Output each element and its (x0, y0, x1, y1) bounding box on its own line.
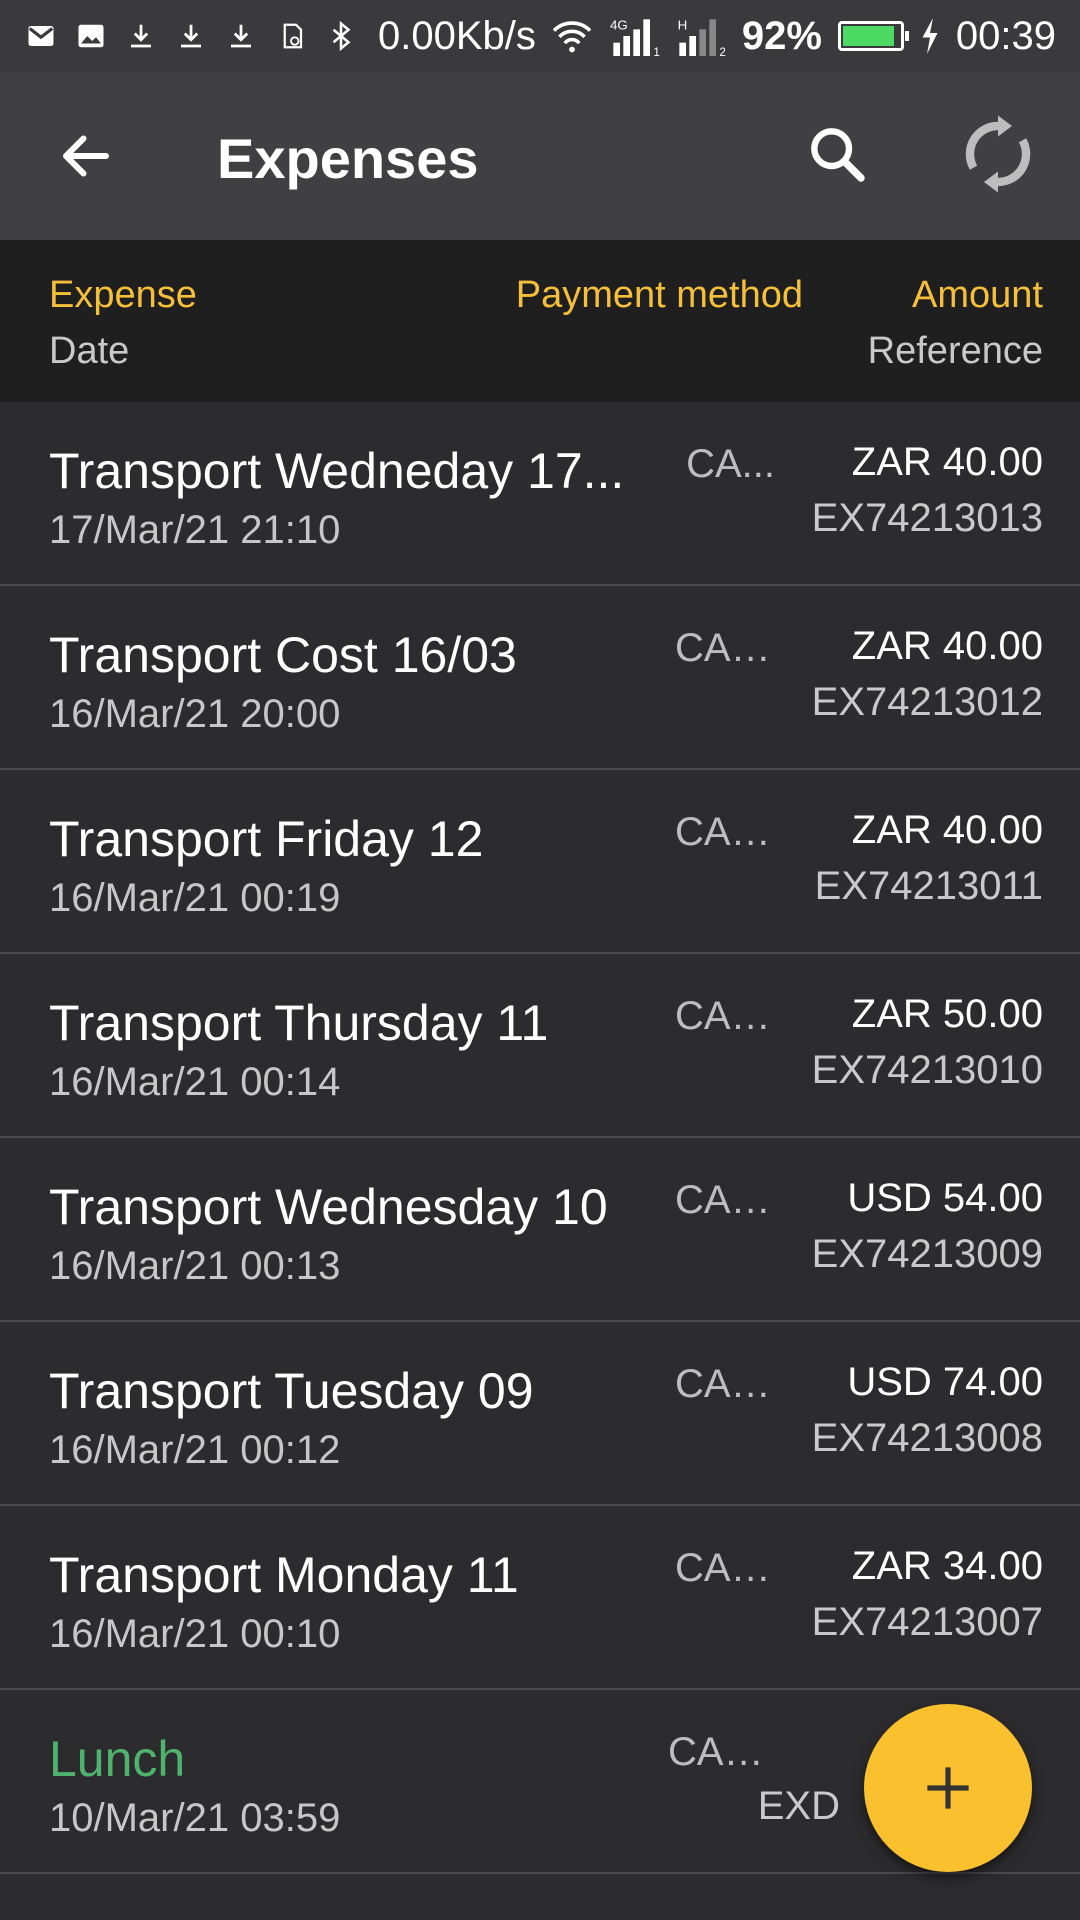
expense-amount: USD 54.00 (847, 1176, 1043, 1220)
status-right: 4G 1 H2 92% 00:39 (550, 14, 1056, 59)
list-item[interactable]: Transport Cost 16/03 16/Mar/21 20:00 CAS… (0, 586, 1080, 770)
expense-amount: ZAR 40.00 (851, 808, 1043, 852)
plus-icon (927, 1767, 969, 1809)
gmail-icon (28, 26, 54, 46)
bluetooth-icon (332, 21, 351, 51)
expense-name: Transport Wednesday 10 (49, 1179, 608, 1235)
header-payment-method[interactable]: Payment method (516, 274, 803, 317)
image-icon (78, 24, 104, 48)
expense-amount: ZAR 40.00 (851, 440, 1043, 484)
network-speed: 0.00Kb/s (378, 13, 536, 58)
svg-text:1: 1 (653, 46, 659, 56)
expense-date: 16/Mar/21 00:10 (49, 1612, 341, 1656)
signal-icon: 4G 1 (610, 17, 660, 56)
list-item[interactable]: Transport Friday 12 16/Mar/21 00:19 CASH… (0, 770, 1080, 954)
expense-amount: USD 74.00 (847, 1360, 1043, 1404)
status-bar: 0.00Kb/s 4G 1 H2 92% 00:39 (0, 0, 1080, 72)
payment-method: CA... (686, 442, 775, 486)
expense-date: 16/Mar/21 20:00 (49, 692, 341, 736)
expense-amount: ZAR 40.00 (851, 624, 1043, 668)
sync-icon[interactable] (956, 112, 1040, 196)
expense-date: 16/Mar/21 00:14 (49, 1060, 341, 1104)
header-expense[interactable]: Expense (49, 274, 197, 317)
list-item[interactable]: Transport Wedneday 17... 17/Mar/21 21:10… (0, 402, 1080, 586)
header-date[interactable]: Date (49, 330, 129, 373)
svg-text:H: H (677, 17, 687, 32)
download-icon (181, 24, 201, 48)
search-icon[interactable] (805, 122, 869, 186)
list-item[interactable]: Transport Monday 11 16/Mar/21 00:10 CASH… (0, 1506, 1080, 1690)
wifi-icon (552, 21, 592, 53)
battery-percent: 92% (741, 13, 822, 58)
charging-icon (922, 18, 938, 54)
expense-reference: EX74213007 (811, 1600, 1043, 1644)
list-item[interactable]: Transport Wednesday 10 16/Mar/21 00:13 C… (0, 1138, 1080, 1322)
payment-method: CASH (675, 1178, 775, 1222)
expense-name: Transport Tuesday 09 (49, 1363, 534, 1419)
expense-name: Transport Thursday 11 (49, 995, 549, 1051)
expense-reference: EX74213011 (814, 864, 1043, 908)
expense-reference: EX74213013 (811, 496, 1043, 540)
payment-method: CASH (675, 1546, 775, 1590)
sd-card-icon (283, 23, 303, 49)
add-expense-button[interactable] (864, 1704, 1032, 1872)
payment-method: CASH (675, 810, 775, 854)
expense-name: Lunch (49, 1731, 186, 1787)
expense-name: Transport Friday 12 (49, 811, 484, 867)
expense-list: Transport Wedneday 17... 17/Mar/21 21:10… (0, 402, 1080, 1874)
column-header: Expense Date Payment method Amount Refer… (0, 240, 1080, 402)
expense-reference: EX74213008 (811, 1416, 1043, 1460)
battery-level (842, 26, 895, 46)
expense-amount: ZAR 34.00 (851, 1544, 1043, 1588)
expense-date: 16/Mar/21 00:19 (49, 876, 341, 920)
header-amount[interactable]: Amount (912, 274, 1043, 317)
payment-method: CASH (675, 626, 775, 670)
signal-icon: H2 (677, 17, 726, 56)
expense-name: Transport Monday 11 (49, 1547, 519, 1603)
expense-reference: EX74213009 (811, 1232, 1043, 1276)
expense-date: 16/Mar/21 00:12 (49, 1428, 341, 1472)
expense-reference: EXD (757, 1784, 840, 1828)
payment-method: CASH (668, 1730, 768, 1774)
page-title: Expenses (217, 127, 479, 190)
download-icon (231, 24, 251, 48)
expense-date: 17/Mar/21 21:10 (49, 508, 341, 552)
app-bar: Expenses (0, 72, 1080, 240)
download-icon (131, 24, 151, 48)
payment-method: CASH (675, 1362, 775, 1406)
expense-reference: EX74213010 (811, 1048, 1043, 1092)
expense-date: 10/Mar/21 03:59 (49, 1796, 341, 1840)
list-item[interactable]: Transport Thursday 11 16/Mar/21 00:14 CA… (0, 954, 1080, 1138)
arrow-left-icon[interactable] (56, 126, 116, 186)
expense-name: Transport Cost 16/03 (49, 627, 517, 683)
header-reference[interactable]: Reference (868, 330, 1043, 373)
battery-icon (837, 21, 909, 51)
expense-name: Transport Wedneday 17... (49, 443, 625, 499)
svg-text:4G: 4G (610, 17, 628, 32)
svg-text:2: 2 (719, 46, 725, 56)
expense-reference: EX74213012 (811, 680, 1043, 724)
status-icons (26, 21, 356, 51)
expense-date: 16/Mar/21 00:13 (49, 1244, 341, 1288)
expense-amount: ZAR 50.00 (851, 992, 1043, 1036)
list-item[interactable]: Transport Tuesday 09 16/Mar/21 00:12 CAS… (0, 1322, 1080, 1506)
clock: 00:39 (955, 13, 1056, 58)
payment-method: CASH (675, 994, 775, 1038)
